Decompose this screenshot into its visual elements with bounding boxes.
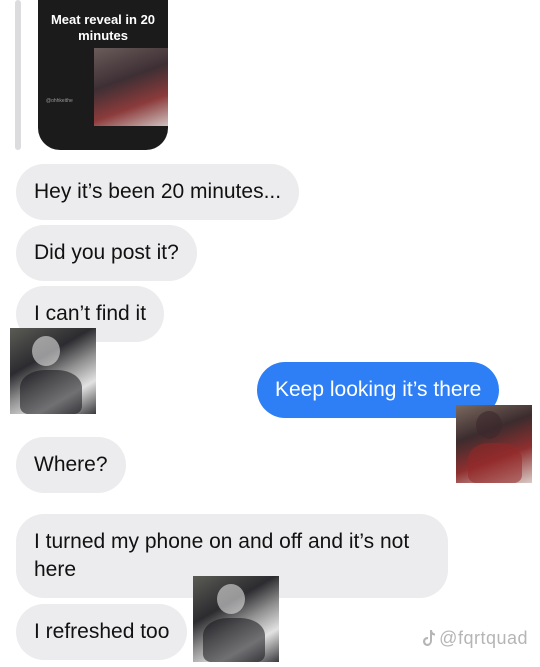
message-bubble-received[interactable]: Hey it’s been 20 minutes... bbox=[16, 164, 300, 220]
message-bubble-received[interactable]: Did you post it? bbox=[16, 225, 197, 281]
sticker-head-shape bbox=[217, 584, 245, 614]
message-text: Did you post it? bbox=[34, 241, 179, 264]
sticker-head-shape bbox=[32, 336, 60, 366]
watermark-handle: @fqrtquad bbox=[439, 628, 528, 648]
sticker-body-shape bbox=[203, 618, 265, 662]
message-text: Where? bbox=[34, 453, 108, 476]
message-text: I refreshed too bbox=[34, 620, 170, 643]
message-text: Keep looking it’s there bbox=[275, 378, 482, 401]
story-reply-preview[interactable]: Meat reveal in 20 minutes @ohhkeithe bbox=[38, 0, 168, 150]
message-text: Hey it’s been 20 minutes... bbox=[34, 180, 282, 203]
armored-character-sticker[interactable] bbox=[10, 328, 96, 414]
message-bubble-received[interactable]: I refreshed too bbox=[16, 604, 188, 660]
red-jacket-character-sticker[interactable] bbox=[456, 405, 532, 483]
armored-character-sticker[interactable] bbox=[193, 576, 279, 662]
message-text: I can’t find it bbox=[34, 302, 147, 325]
tiktok-icon bbox=[423, 630, 436, 646]
story-handle: @ohhkeithe bbox=[46, 98, 73, 104]
sticker-head-shape bbox=[476, 411, 502, 439]
sticker-body-shape bbox=[20, 370, 82, 414]
reply-indicator-bar bbox=[15, 0, 21, 150]
story-caption: Meat reveal in 20 minutes bbox=[50, 12, 156, 43]
story-thumbnail-image bbox=[94, 48, 168, 126]
message-text: I turned my phone on and off and it’s no… bbox=[34, 530, 410, 581]
message-bubble-received[interactable]: Where? bbox=[16, 437, 126, 493]
tiktok-watermark: @fqrtquad bbox=[423, 628, 528, 649]
sticker-body-shape bbox=[468, 443, 522, 483]
